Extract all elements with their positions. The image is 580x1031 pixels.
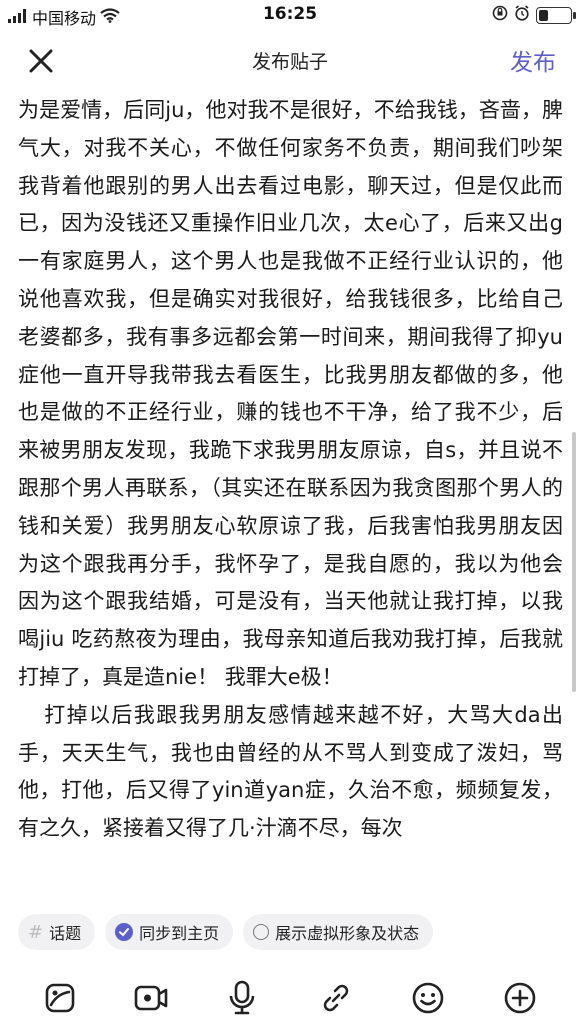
- alarm-icon: [514, 5, 530, 25]
- show-avatar-status-chip[interactable]: 展示虚拟形象及状态: [243, 914, 434, 950]
- emoji-button[interactable]: [408, 978, 448, 1018]
- image-icon: [45, 983, 75, 1013]
- link-icon: [323, 984, 349, 1012]
- status-bar: 中国移动 16:25: [0, 0, 580, 30]
- hash-icon: #: [28, 921, 44, 943]
- add-button[interactable]: [500, 978, 540, 1018]
- voice-button[interactable]: [222, 978, 262, 1018]
- content-fade: [0, 876, 580, 906]
- post-paragraph-2: 打掉以后我跟我男朋友感情越来越不好，大骂大da出手，天天生气，我也由曾经的从不骂…: [18, 702, 563, 841]
- orientation-lock-icon: [492, 5, 508, 25]
- microphone-icon: [229, 980, 255, 1015]
- radio-empty-icon: [253, 924, 270, 940]
- option-chips: # 话题 同步到主页 展示虚拟形象及状态: [18, 914, 434, 950]
- add-icon: [504, 982, 536, 1014]
- post-paragraph-1: 为是爱情，后同ju，他对我不是很好，不给我钱，吝啬，脾气大，对我不关心，不做任何…: [18, 98, 563, 689]
- editor-toolbar: [0, 970, 580, 1025]
- battery-icon: [536, 6, 576, 24]
- navigation-bar: 发布贴子 发布: [0, 30, 580, 90]
- topic-chip[interactable]: # 话题: [18, 914, 96, 950]
- emoji-icon: [412, 982, 444, 1014]
- checkmark-icon: [115, 923, 134, 941]
- page-title: 发布贴子: [251, 51, 328, 73]
- video-button[interactable]: [131, 978, 171, 1018]
- scrollbar[interactable]: [572, 432, 576, 692]
- sync-label: 同步到主页: [139, 924, 220, 943]
- avatar-status-label: 展示虚拟形象及状态: [275, 924, 420, 943]
- status-icons: [492, 5, 576, 25]
- video-icon: [134, 985, 168, 1011]
- image-button[interactable]: [40, 978, 80, 1018]
- publish-button[interactable]: 发布: [510, 43, 556, 77]
- link-button[interactable]: [316, 978, 356, 1018]
- topic-label: 话题: [49, 924, 82, 943]
- sync-to-homepage-chip[interactable]: 同步到主页: [105, 914, 234, 950]
- post-body-editor[interactable]: 为是爱情，后同ju，他对我不是很好，不给我钱，吝啬，脾气大，对我不关心，不做任何…: [18, 92, 563, 904]
